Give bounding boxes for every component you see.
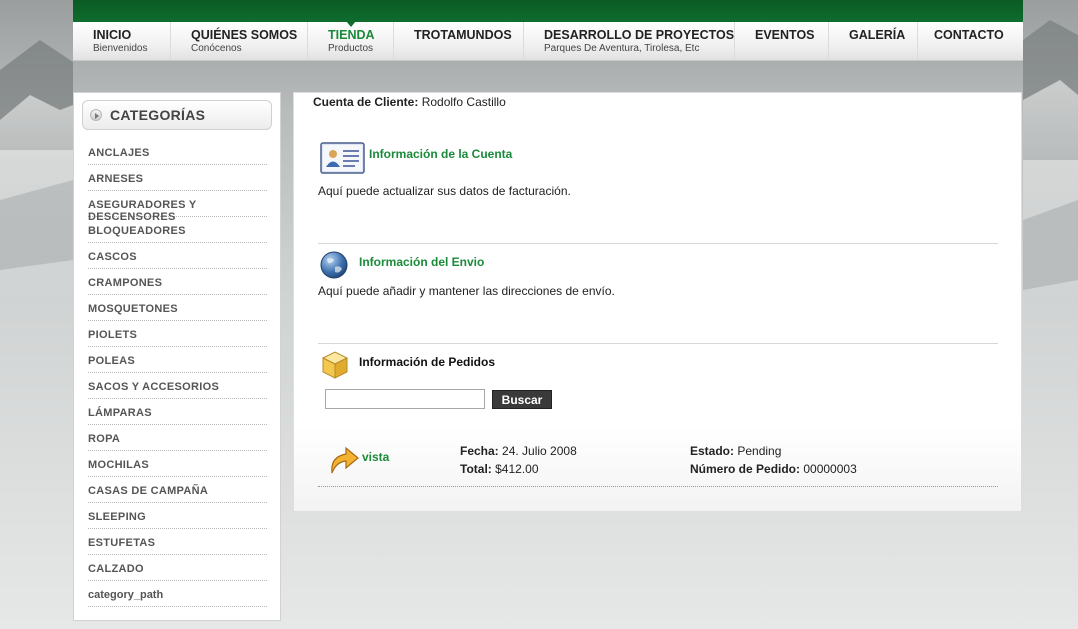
nav-item-contacto[interactable]: CONTACTO (918, 22, 1023, 60)
orders-info-title: Información de Pedidos (359, 355, 496, 369)
nav-item-tienda[interactable]: TIENDA Productos (308, 21, 394, 60)
nav-item-title: TIENDA (328, 28, 375, 42)
category-item[interactable]: ASEGURADORES Y DESCENSORES (88, 191, 267, 223)
nav-item-trotamundos[interactable]: TROTAMUNDOS (394, 22, 524, 60)
nav-item-inicio[interactable]: INICIO Bienvenidos (73, 22, 171, 60)
client-label: Cuenta de Cliente: (313, 95, 419, 109)
client-account-line: Cuenta de Cliente: Rodolfo Castillo (313, 95, 506, 109)
category-item[interactable]: ANCLAJES (88, 139, 267, 165)
order-divider (318, 486, 998, 487)
category-item[interactable]: ROPA (88, 425, 267, 451)
order-number-label: Número de Pedido: (690, 462, 801, 476)
order-search-input[interactable] (325, 389, 485, 409)
category-list: ANCLAJES ARNESES ASEGURADORES Y DESCENSO… (88, 139, 267, 607)
category-item[interactable]: PIOLETS (88, 321, 267, 347)
order-status-value: Pending (737, 444, 782, 458)
categories-header: CATEGORÍAS (82, 100, 272, 130)
order-total-label: Total: (460, 462, 492, 476)
box-icon (321, 351, 349, 379)
user-card-icon[interactable] (320, 142, 365, 174)
account-info-link[interactable]: Información de la Cuenta (369, 147, 512, 161)
nav-item-desarrollo-de-proyectos[interactable]: DESARROLLO DE PROYECTOS Parques De Avent… (524, 22, 735, 60)
nav-item-title: QUIÉNES SOMOS (191, 28, 298, 42)
category-item[interactable]: CALZADO (88, 555, 267, 581)
nav-item-title: GALERÍA (849, 28, 906, 42)
category-item[interactable]: LÁMPARAS (88, 399, 267, 425)
nav-item-eventos[interactable]: EVENTOS (735, 22, 829, 60)
order-total-value: $412.00 (495, 462, 539, 476)
globe-icon[interactable] (319, 250, 349, 280)
category-item[interactable]: ARNESES (88, 165, 267, 191)
nav-item-title: TROTAMUNDOS (414, 28, 512, 42)
category-item[interactable]: POLEAS (88, 347, 267, 373)
nav-item-galeria[interactable]: GALERÍA (829, 22, 918, 60)
nav-item-subtitle: Parques De Aventura, Tirolesa, Etc (544, 43, 700, 54)
nav-item-title: INICIO (93, 28, 132, 42)
category-item[interactable]: SLEEPING (88, 503, 267, 529)
account-main-panel: Cuenta de Cliente: Rodolfo Castillo Info… (293, 92, 1022, 512)
order-status-label: Estado: (690, 444, 735, 458)
search-button[interactable]: Buscar (492, 390, 552, 409)
arrow-bullet-icon (90, 109, 102, 121)
nav-item-subtitle: Bienvenidos (93, 43, 148, 54)
category-item[interactable]: MOCHILAS (88, 451, 267, 477)
curved-arrow-icon[interactable] (326, 443, 360, 477)
categories-title: CATEGORÍAS (110, 107, 206, 123)
nav-item-title: DESARROLLO DE PROYECTOS (544, 28, 735, 42)
shipping-info-link[interactable]: Información del Envio (359, 255, 484, 269)
order-total: Total: $412.00 (460, 462, 539, 476)
account-info-desc: Aquí puede actualizar sus datos de factu… (318, 184, 571, 198)
nav-item-subtitle: Productos (328, 43, 374, 54)
section-divider (318, 243, 998, 244)
client-name: Rodolfo Castillo (421, 95, 506, 109)
category-item[interactable]: CASCOS (88, 243, 267, 269)
order-number: Número de Pedido: 00000003 (690, 462, 857, 476)
category-item[interactable]: CRAMPONES (88, 269, 267, 295)
nav-item-quienes-somos[interactable]: QUIÉNES SOMOS Conócenos (171, 22, 308, 60)
categories-sidebar: CATEGORÍAS ANCLAJES ARNESES ASEGURADORES… (73, 92, 281, 621)
shipping-info-desc: Aquí puede añadir y mantener las direcci… (318, 284, 615, 298)
order-number-value: 00000003 (803, 462, 857, 476)
nav-item-title: CONTACTO (934, 28, 1004, 42)
order-date-value: 24. Julio 2008 (502, 444, 577, 458)
section-divider (318, 343, 998, 344)
order-date-label: Fecha: (460, 444, 499, 458)
main-nav: INICIO Bienvenidos QUIÉNES SOMOS Conócen… (73, 21, 1023, 61)
order-status: Estado: Pending (690, 444, 781, 458)
active-caret-icon (345, 21, 356, 27)
nav-item-subtitle: Conócenos (191, 43, 242, 54)
top-brand-bar (73, 0, 1023, 22)
order-date: Fecha: 24. Julio 2008 (460, 444, 577, 458)
category-item[interactable]: SACOS Y ACCESORIOS (88, 373, 267, 399)
nav-item-title: EVENTOS (755, 28, 815, 42)
category-item[interactable]: ESTUFETAS (88, 529, 267, 555)
order-view-link[interactable]: vista (362, 450, 389, 464)
category-item[interactable]: CASAS DE CAMPAÑA (88, 477, 267, 503)
category-item[interactable]: category_path (88, 581, 267, 607)
category-item[interactable]: MOSQUETONES (88, 295, 267, 321)
